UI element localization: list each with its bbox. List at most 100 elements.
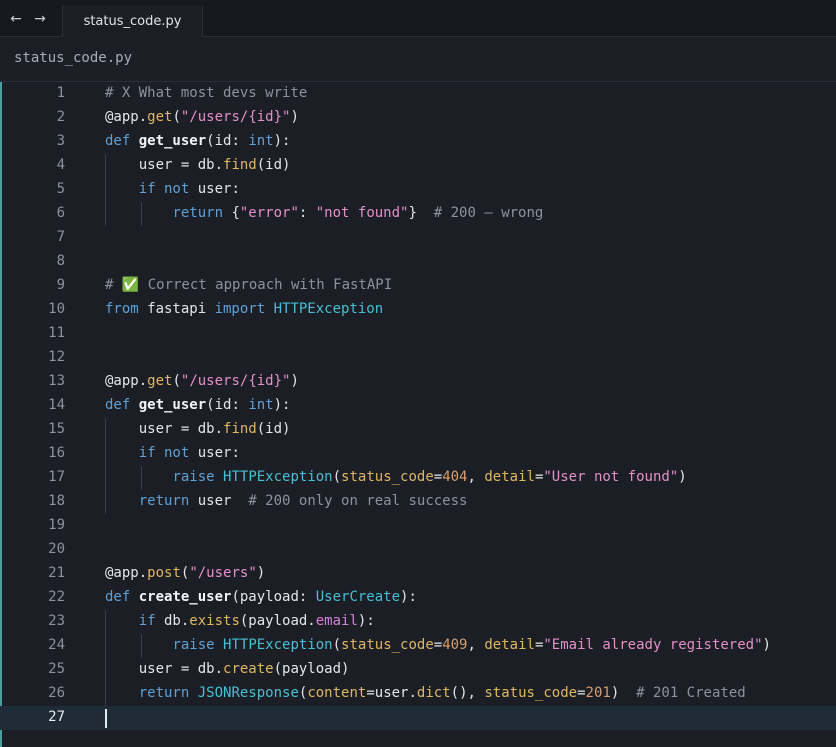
code-line[interactable]: 27 [0,706,836,730]
line-number: 14 [48,397,65,413]
code-token: UserCreate [315,589,401,605]
code-line[interactable]: 18 return user # 200 only on real succes… [0,490,836,514]
code-token: "Email already registered" [543,637,763,653]
code-text: def get_user(id: int): [105,133,290,149]
code-text: def get_user(id: int): [105,397,290,413]
code-token: return [138,493,190,509]
line-number: 5 [56,181,65,197]
code-token: "/users" [189,565,257,581]
code-line[interactable]: 3 def get_user(id: int): [0,130,836,154]
line-number: 9 [56,277,65,293]
code-line[interactable]: 16 if not user: [0,442,836,466]
line-number: 22 [48,589,65,605]
tab-label: status_code.py [83,13,182,29]
code-text: raise HTTPException(status_code=404, det… [105,469,687,485]
code-token: def [105,133,139,149]
code-line[interactable]: 22 def create_user(payload: UserCreate): [0,586,836,610]
code-token: { [223,205,240,221]
code-line[interactable]: 11 [0,322,836,346]
line-number: 6 [56,205,65,221]
code-line[interactable]: 6 return {"error": "not found"} # 200 — … [0,202,836,226]
tab-bar: ← → status_code.py [0,0,836,38]
code-token: detail [484,637,535,653]
code-token: ) [610,685,637,701]
line-number: 18 [48,493,65,509]
line-number: 12 [48,349,65,365]
history-nav: ← → [4,6,58,32]
back-arrow-icon[interactable]: ← [4,7,28,31]
code-line[interactable]: 20 [0,538,836,562]
code-line[interactable]: 23 if db.exists(payload.email): [0,610,836,634]
code-line[interactable]: 25 user = db.create(payload) [0,658,836,682]
code-token: } [408,205,434,221]
code-token: (id: [206,397,249,413]
code-line[interactable]: 4 user = db.find(id) [0,154,836,178]
code-text: raise HTTPException(status_code=409, det… [105,637,771,653]
code-token: = [433,469,443,485]
code-line[interactable]: 14 def get_user(id: int): [0,394,836,418]
code-token: HTTPException [273,301,384,317]
code-token: if not [138,445,190,461]
code-token: status_code [484,685,578,701]
code-line[interactable]: 21 @app.post("/users") [0,562,836,586]
line-number: 1 [56,85,65,101]
code-token: ): [357,613,375,629]
code-token: ( [172,373,181,389]
tab-status-code-py[interactable]: status_code.py [62,5,203,38]
code-token: "error" [239,205,299,221]
line-number: 7 [56,229,65,245]
code-token: find [223,421,257,437]
line-number: 3 [56,133,65,149]
code-token: status_code [341,469,434,485]
forward-arrow-icon[interactable]: → [28,7,52,31]
line-number: 11 [48,325,65,341]
code-token: ( [332,469,342,485]
code-line[interactable]: 19 [0,514,836,538]
breadcrumb-bar: status_code.py [0,37,836,82]
line-number: 27 [48,709,65,725]
code-text: if not user: [105,445,240,461]
code-token: (id: [206,133,249,149]
code-token: dict [416,685,451,701]
code-line[interactable]: 7 [0,226,836,250]
code-line[interactable]: 2 @app.get("/users/{id}") [0,106,836,130]
code-line[interactable]: 12 [0,346,836,370]
code-editor[interactable]: 1 # X What most devs write 2 @app.get("/use… [0,82,836,747]
breadcrumb[interactable]: status_code.py [14,50,132,66]
code-line[interactable]: 17 raise HTTPException(status_code=404, … [0,466,836,490]
code-token: "not found" [315,205,409,221]
code-token: detail [484,469,535,485]
code-line[interactable]: 24 raise HTTPException(status_code=409, … [0,634,836,658]
code-line[interactable]: 15 user = db.find(id) [0,418,836,442]
code-token: def [105,397,139,413]
code-token: email [315,613,358,629]
code-line[interactable]: 1 # X What most devs write [0,82,836,106]
code-token: HTTPException [223,637,333,653]
text-cursor [105,709,107,728]
line-number: 4 [56,157,65,173]
code-token: @app. [105,565,148,581]
code-line[interactable]: 5 if not user: [0,178,836,202]
line-number: 21 [48,565,65,581]
code-token: db. [155,613,190,629]
code-line[interactable]: 8 [0,250,836,274]
code-line[interactable]: 9 # ✅ Correct approach with FastAPI [0,274,836,298]
code-text: return user # 200 only on real success [105,493,468,509]
code-token: "/users/{id}" [180,373,291,389]
code-text: @app.get("/users/{id}") [105,373,299,389]
code-line[interactable]: 13 @app.get("/users/{id}") [0,370,836,394]
code-line[interactable]: 10 from fastapi import HTTPException [0,298,836,322]
code-token: ) [678,469,687,485]
code-token: # X What most devs write [105,85,308,101]
code-text: user = db.create(payload) [105,661,350,677]
code-token: (), [450,685,485,701]
code-token: status_code [341,637,434,653]
line-number: 13 [48,373,65,389]
code-line[interactable]: 26 return JSONResponse(content=user.dict… [0,682,836,706]
editor-window: ← → status_code.py status_code.py 1 # X W… [0,0,836,747]
